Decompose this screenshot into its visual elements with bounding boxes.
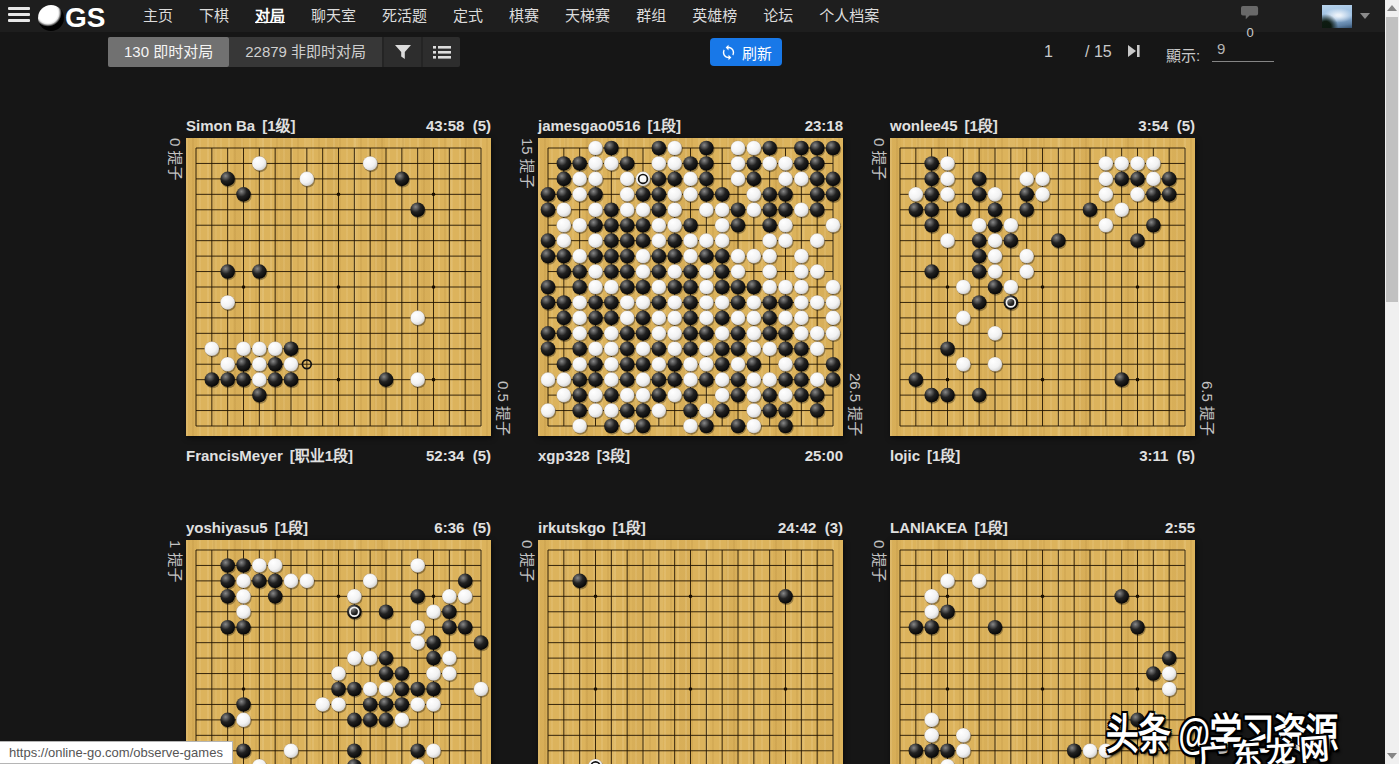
player-top-rank: [1段]	[975, 516, 1008, 537]
captures-left-label: 0 提子	[165, 138, 185, 436]
game-bottom-info: FrancisMeyer [职业1段] 52:34 (5)	[186, 444, 491, 465]
filter-icon	[394, 44, 412, 60]
refresh-button[interactable]: 刷新	[710, 38, 782, 66]
logo-text: GS	[65, 2, 105, 34]
player-bottom-rank: [1段]	[927, 444, 960, 465]
player-top-time: 24:42 (3)	[778, 519, 843, 536]
player-top-rank: [1段]	[648, 114, 681, 135]
player-bottom-time: 25:00	[805, 447, 843, 464]
player-bottom-rank: [3段]	[597, 444, 630, 465]
game-bottom-info: xgp328 [3段] 25:00	[538, 444, 843, 465]
player-top-name[interactable]: yoshiyasu5	[186, 519, 268, 536]
show-count-input[interactable]: 9	[1212, 40, 1274, 62]
player-top-time: 3:54 (5)	[1138, 117, 1195, 134]
player-top-name[interactable]: Simon Ba	[186, 117, 255, 134]
nav-item-6[interactable]: 棋赛	[496, 0, 552, 32]
player-top-time: 43:58 (5)	[426, 117, 491, 134]
tab-live-games[interactable]: 130 即时对局	[108, 37, 229, 67]
game-list-tabs: 130 即时对局 22879 非即时对局	[108, 37, 460, 67]
go-board-svg	[538, 138, 843, 436]
game-top-info: irkutskgo [1段] 24:42 (3)	[538, 516, 843, 537]
player-top-rank: [1段]	[965, 114, 998, 135]
go-board[interactable]	[538, 138, 843, 436]
player-top-time: 6:36 (5)	[434, 519, 491, 536]
chat-count: 0	[1239, 25, 1261, 40]
game-top-info: yoshiyasu5 [1段] 6:36 (5)	[186, 516, 491, 537]
player-bottom-name[interactable]: xgp328	[538, 447, 590, 464]
skip-to-last-button[interactable]	[1127, 44, 1141, 62]
show-label: 顯示:	[1166, 44, 1200, 65]
go-board[interactable]	[538, 540, 843, 764]
page-current[interactable]: 1	[1044, 43, 1053, 61]
player-bottom-name[interactable]: FrancisMeyer	[186, 447, 283, 464]
list-icon	[433, 45, 451, 60]
player-top-rank: [1段]	[613, 516, 646, 537]
captures-left-label: 0 提子	[869, 540, 889, 764]
captures-left-label: 15 提子	[517, 138, 537, 436]
scrollbar-down-arrow[interactable]	[1387, 753, 1397, 759]
nav-item-5[interactable]: 定式	[440, 0, 496, 32]
chat-bubble-icon	[1241, 6, 1259, 20]
player-top-name[interactable]: irkutskgo	[538, 519, 606, 536]
captures-left-label: 0 提子	[517, 540, 537, 764]
filter-button[interactable]	[382, 37, 421, 67]
captures-right-label: 26.5 提子	[845, 138, 865, 436]
page-total: / 15	[1085, 43, 1112, 61]
go-board-svg	[890, 138, 1195, 436]
player-top-name[interactable]: wonlee45	[890, 117, 958, 134]
game-bottom-info: lojic [1段] 3:11 (5)	[890, 444, 1195, 465]
scrollbar[interactable]	[1385, 0, 1399, 764]
scrollbar-up-arrow[interactable]	[1387, 5, 1397, 11]
nav-menu: 主页下棋对局聊天室死活题定式棋赛天梯赛群组英雄榜论坛个人档案	[130, 0, 892, 32]
chat-indicator[interactable]: 0	[1239, 6, 1261, 40]
player-top-time: 23:18	[805, 117, 843, 134]
captures-left-label: 0 提子	[869, 138, 889, 436]
go-board-svg	[186, 138, 491, 436]
player-top-name[interactable]: jamesgao0516	[538, 117, 641, 134]
player-top-time: 2:55	[1165, 519, 1195, 536]
nav-item-11[interactable]: 个人档案	[806, 0, 892, 32]
player-bottom-time: 52:34 (5)	[426, 447, 491, 464]
game-top-info: wonlee45 [1段] 3:54 (5)	[890, 114, 1195, 135]
go-board[interactable]	[186, 138, 491, 436]
nav-item-10[interactable]: 论坛	[750, 0, 806, 32]
player-top-rank: [1段]	[275, 516, 308, 537]
chevron-down-icon[interactable]	[1360, 13, 1370, 19]
nav-item-9[interactable]: 英雄榜	[679, 0, 750, 32]
player-top-name[interactable]: LANlAKEA	[890, 519, 968, 536]
tab-correspondence-games[interactable]: 22879 非即时对局	[229, 37, 382, 67]
nav-item-7[interactable]: 天梯赛	[552, 0, 623, 32]
nav-item-4[interactable]: 死活题	[369, 0, 440, 32]
ogs-logo[interactable]: GS	[38, 2, 105, 34]
status-url: https://online-go.com/observe-games	[0, 741, 233, 764]
game-top-info: jamesgao0516 [1段] 23:18	[538, 114, 843, 135]
skip-last-icon	[1127, 44, 1141, 58]
avatar[interactable]	[1322, 5, 1352, 28]
game-top-info: LANlAKEA [1段] 2:55	[890, 516, 1195, 537]
nav-item-3[interactable]: 聊天室	[298, 0, 369, 32]
scrollbar-thumb[interactable]	[1386, 17, 1398, 302]
go-board[interactable]	[186, 540, 491, 764]
nav-item-0[interactable]: 主页	[130, 0, 186, 32]
nav-item-2[interactable]: 对局	[242, 0, 298, 32]
refresh-icon	[720, 44, 737, 61]
player-bottom-time: 3:11 (5)	[1139, 447, 1195, 464]
captures-right-label: 0.5 提子	[493, 138, 513, 436]
go-board-svg	[538, 540, 843, 764]
nav-item-1[interactable]: 下棋	[186, 0, 242, 32]
game-top-info: Simon Ba [1级] 43:58 (5)	[186, 114, 491, 135]
go-board-svg	[186, 540, 491, 764]
nav-item-8[interactable]: 群组	[623, 0, 679, 32]
go-board[interactable]	[890, 138, 1195, 436]
captures-left-label: 1 提子	[165, 540, 185, 764]
menu-icon[interactable]	[8, 7, 30, 25]
player-bottom-name[interactable]: lojic	[890, 447, 920, 464]
refresh-label: 刷新	[742, 42, 772, 63]
captures-right-label: 6.5 提子	[1197, 138, 1217, 436]
logo-stone-icon	[38, 5, 64, 31]
list-view-button[interactable]	[421, 37, 460, 67]
player-bottom-rank: [职业1段]	[290, 444, 353, 465]
player-top-rank: [1级]	[262, 114, 295, 135]
navbar: GS 主页下棋对局聊天室死活题定式棋赛天梯赛群组英雄榜论坛个人档案 0	[0, 0, 1399, 32]
